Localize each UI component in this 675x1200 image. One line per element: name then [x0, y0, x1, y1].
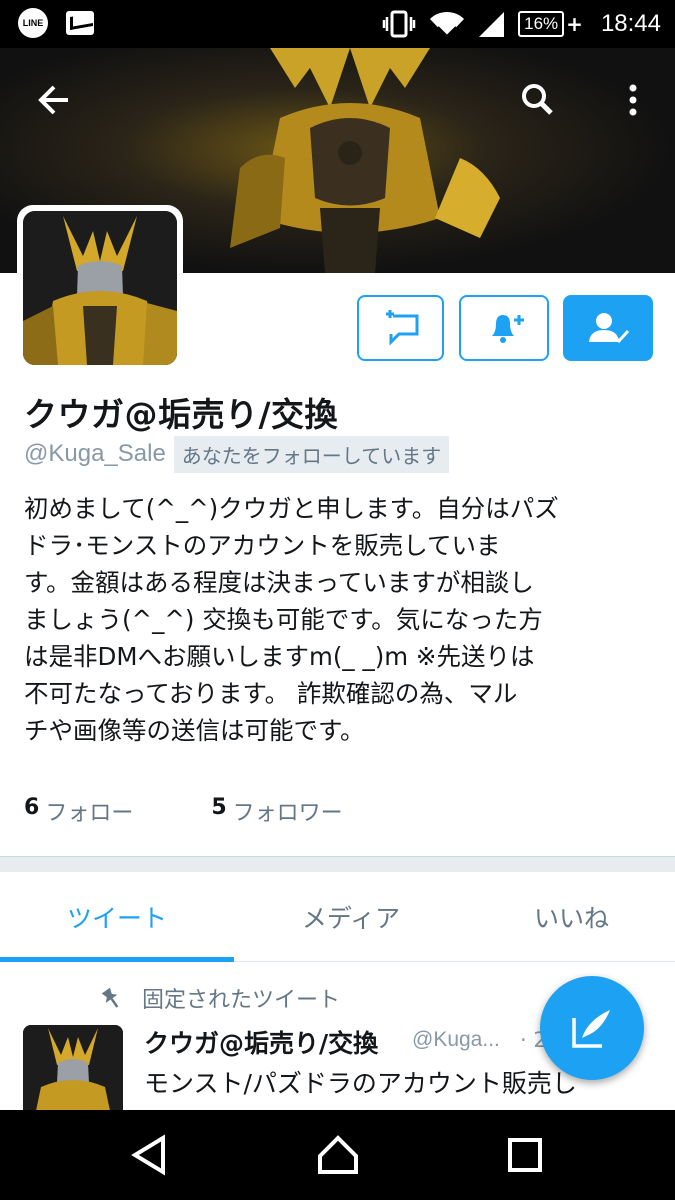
notification-bell-icon	[492, 315, 524, 343]
back-arrow-icon[interactable]	[34, 76, 74, 124]
signal-icon	[479, 12, 505, 37]
status-bar: LINE 16% + 18:44	[0, 0, 675, 48]
top-nav	[0, 76, 675, 124]
tab-likes[interactable]: いいね	[468, 872, 675, 962]
follow-counts: 6 フォロー 5 フォロワー	[24, 795, 343, 827]
bio-line: ドラ･モンストのアカウントを販売していま	[24, 531, 501, 560]
following-count-link[interactable]: 6 フォロー	[24, 795, 133, 827]
tweet-author-handle: @Kuga...	[412, 1028, 500, 1051]
pinned-tweet-label: 固定されたツイート	[98, 982, 340, 1014]
profile-bio: 初めまして(^_^)クウガと申します。自分はパズ ドラ･モンストのアカウントを販…	[24, 490, 654, 749]
more-vert-icon[interactable]	[616, 78, 650, 122]
profile-handle: @Kuga_Sale	[24, 440, 166, 467]
search-icon[interactable]	[518, 78, 558, 122]
section-divider	[0, 856, 675, 872]
system-nav-bar	[0, 1110, 675, 1200]
following-button[interactable]	[563, 295, 653, 361]
charging-icon: +	[566, 12, 583, 36]
bio-line: ましょう(^_^) 交換も可能です。気になった方	[24, 605, 543, 634]
wifi-icon	[430, 11, 465, 38]
bio-line: 不可たなっております。 詐欺確認の為、マル	[24, 679, 518, 708]
mail-notification-icon	[66, 11, 94, 35]
profile-name: クウガ@垢売り/交換	[24, 395, 339, 434]
direct-message-button[interactable]	[357, 295, 444, 361]
profile-avatar[interactable]	[17, 205, 183, 371]
vibrate-icon	[382, 10, 416, 38]
following-label: フォロー	[45, 801, 134, 826]
followers-count-link[interactable]: 5 フォロワー	[211, 795, 342, 827]
tweet-author-name[interactable]: クウガ@垢売り/交換	[144, 1024, 378, 1060]
clock: 18:44	[600, 10, 661, 37]
nav-recents-icon[interactable]	[500, 1130, 550, 1180]
pin-icon	[101, 987, 119, 1008]
profile-tabs: ツイート メディア いいね	[0, 872, 675, 962]
avatar-image	[23, 211, 177, 365]
bio-line: チや画像等の送信は可能です。	[24, 716, 365, 745]
following-count: 6	[24, 795, 40, 820]
bio-line: す。金額はある程度は決まっていますが相談し	[24, 568, 534, 597]
notifications-button[interactable]	[459, 295, 549, 361]
followers-count: 5	[211, 795, 227, 820]
handle-row: @Kuga_Sale あなたをフォローしています	[24, 435, 450, 473]
nav-back-icon[interactable]	[125, 1130, 175, 1180]
nav-home-icon[interactable]	[313, 1130, 363, 1180]
battery-indicator: 16%	[518, 11, 565, 37]
follows-you-badge: あなたをフォローしています	[173, 435, 450, 473]
following-user-icon	[589, 313, 630, 344]
active-tab-indicator	[0, 957, 234, 962]
followers-label: フォロワー	[232, 801, 343, 826]
tab-tweets[interactable]: ツイート	[0, 872, 234, 962]
bio-line: は是非DMへお願いしますm(_ _)m ※先送りは	[24, 642, 535, 671]
pinned-text: 固定されたツイート	[142, 988, 341, 1013]
compose-tweet-icon	[572, 1010, 610, 1048]
line-app-icon: LINE	[18, 8, 48, 38]
compose-tweet-button[interactable]	[540, 976, 644, 1080]
direct-message-icon	[385, 310, 418, 346]
tab-media[interactable]: メディア	[234, 872, 468, 962]
bio-line: 初めまして(^_^)クウガと申します。自分はパズ	[24, 494, 559, 523]
